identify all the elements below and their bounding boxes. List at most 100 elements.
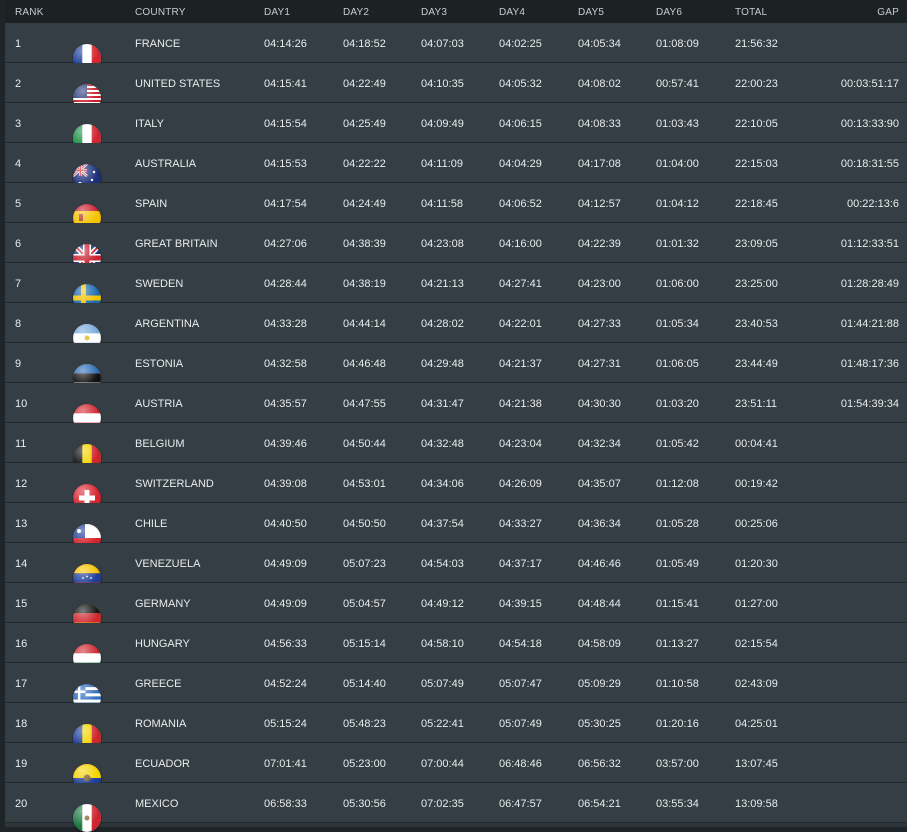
header-total[interactable]: TOTAL	[735, 7, 767, 18]
day1-cell: 04:28:44	[264, 278, 307, 290]
rank-cell: 6	[15, 238, 22, 250]
day5-cell: 04:35:07	[578, 478, 621, 490]
day5-cell: 04:30:30	[578, 398, 621, 410]
header-rank[interactable]: RANK	[15, 7, 44, 18]
day3-cell: 04:11:58	[421, 198, 464, 210]
header-day2[interactable]: DAY2	[343, 7, 369, 18]
day2-cell: 05:23:00	[343, 758, 386, 770]
header-day3[interactable]: DAY3	[421, 7, 447, 18]
day4-cell: 04:27:41	[499, 278, 542, 290]
header-gap[interactable]: GAP	[877, 7, 899, 18]
day2-cell: 04:38:39	[343, 238, 386, 250]
day4-cell: 04:54:18	[499, 638, 542, 650]
table-row[interactable]: 8 ARGENTINA 04:33:28 04:44:14 04:28:02 04:22:…	[5, 303, 907, 352]
day1-cell: 04:49:09	[264, 598, 307, 610]
day1-cell: 07:01:41	[264, 758, 307, 770]
country-cell: BELGIUM	[135, 438, 185, 450]
total-cell: 23:40:53	[735, 318, 778, 330]
day2-cell: 05:48:23	[343, 718, 386, 730]
day2-cell: 04:38:19	[343, 278, 386, 290]
day5-cell: 04:22:39	[578, 238, 621, 250]
table-row[interactable]: 4 AUSTRALIA 04:15:53 04:22:22 04:11:09 04:04:…	[5, 143, 907, 192]
header-day5[interactable]: DAY5	[578, 7, 604, 18]
rank-cell: 17	[15, 678, 28, 690]
day2-cell: 04:50:44	[343, 438, 386, 450]
country-cell: GREAT BRITAIN	[135, 238, 218, 250]
day1-cell: 04:15:53	[264, 158, 307, 170]
day3-cell: 04:10:35	[421, 78, 464, 90]
table-row[interactable]: 14 VENEZUELA 04:49:09 05:07:23 04:54:03 04:37…	[5, 543, 907, 592]
total-cell: 02:15:54	[735, 638, 778, 650]
day4-cell: 04:23:04	[499, 438, 542, 450]
day6-cell: 01:05:34	[656, 318, 699, 330]
day5-cell: 04:36:34	[578, 518, 621, 530]
header-day6[interactable]: DAY6	[656, 7, 682, 18]
gap-cell: 01:44:21:88	[840, 318, 899, 330]
total-cell: 01:20:30	[735, 558, 778, 570]
rank-cell: 2	[15, 78, 22, 90]
table-row[interactable]: 7 SWEDEN 04:28:44 04:38:19 04:21:13 04:27:41 0…	[5, 263, 907, 312]
day6-cell: 03:55:34	[656, 798, 699, 810]
day2-cell: 04:24:49	[343, 198, 386, 210]
table-row[interactable]: 18 ROMANIA 05:15:24 05:48:23 05:22:41 05:07:4…	[5, 703, 907, 752]
day3-cell: 04:23:08	[421, 238, 464, 250]
day6-cell: 01:06:00	[656, 278, 699, 290]
day2-cell: 05:15:14	[343, 638, 386, 650]
table-row[interactable]: 16 HUNGARY 04:56:33 05:15:14 04:58:10 04:54:1…	[5, 623, 907, 672]
day4-cell: 05:07:49	[499, 718, 542, 730]
table-row[interactable]: 20 MEXICO 06:58:33 05:30:56 07:02:35 06:47:57…	[5, 783, 907, 832]
table-row[interactable]: 3 ITALY 04:15:54 04:25:49 04:09:49 04:06:15 04…	[5, 103, 907, 152]
header-day4[interactable]: DAY4	[499, 7, 525, 18]
rank-cell: 11	[15, 438, 27, 450]
day5-cell: 04:05:34	[578, 38, 621, 50]
table-row[interactable]: 12 SWITZERLAND 04:39:08 04:53:01 04:34:06 04:…	[5, 463, 907, 512]
day1-cell: 04:56:33	[264, 638, 307, 650]
table-row[interactable]: 10 AUSTRIA 04:35:57 04:47:55 04:31:47 04:21:3…	[5, 383, 907, 432]
table-row[interactable]: 2 UNITED STATES 04:15:41 04:22:49 04:10:35 04…	[5, 63, 907, 112]
rank-cell: 9	[15, 358, 22, 370]
total-cell: 02:43:09	[735, 678, 778, 690]
country-cell: HUNGARY	[135, 638, 190, 650]
day5-cell: 04:12:57	[578, 198, 621, 210]
day2-cell: 04:50:50	[343, 518, 386, 530]
mexico-flag-icon	[73, 804, 101, 832]
day6-cell: 01:05:49	[656, 558, 699, 570]
header-day1[interactable]: DAY1	[264, 7, 290, 18]
header-country[interactable]: COUNTRY	[135, 7, 186, 18]
day3-cell: 04:54:03	[421, 558, 464, 570]
table-row[interactable]: 5 SPAIN 04:17:54 04:24:49 04:11:58 04:06:52 04…	[5, 183, 907, 232]
day3-cell: 04:29:48	[421, 358, 464, 370]
day6-cell: 01:12:08	[656, 478, 699, 490]
day1-cell: 04:14:26	[264, 38, 307, 50]
table-row[interactable]: 15 GERMANY 04:49:09 05:04:57 04:49:12 04:39:1…	[5, 583, 907, 632]
rank-cell: 10	[15, 398, 28, 410]
table-row[interactable]: 17 GREECE 04:52:24 05:14:40 05:07:49 05:07:47…	[5, 663, 907, 712]
table-row[interactable]: 6 GREAT BRITAIN 04:27:06 04:38:39 04:23:08 04…	[5, 223, 907, 272]
table-header: RANK COUNTRY DAY1 DAY2 DAY3 DAY4 DAY5 DA…	[5, 0, 907, 23]
total-cell: 04:25:01	[735, 718, 778, 730]
day2-cell: 05:14:40	[343, 678, 386, 690]
table-row[interactable]: 9 ESTONIA 04:32:58 04:46:48 04:29:48 04:21:37…	[5, 343, 907, 392]
day2-cell: 04:18:52	[343, 38, 386, 50]
table-row[interactable]: 11 BELGIUM 04:39:46 04:50:44 04:32:48 04:23:0…	[5, 423, 907, 472]
table-row[interactable]: 19 ECUADOR 07:01:41 05:23:00 07:00:44 06:48:4…	[5, 743, 907, 792]
total-cell: 22:00:23	[735, 78, 778, 90]
day1-cell: 04:39:46	[264, 438, 307, 450]
day2-cell: 05:07:23	[343, 558, 386, 570]
table-body: 1 FRANCE 04:14:26 04:18:52 04:07:03 04:02:25 0…	[5, 23, 907, 832]
table-row[interactable]: 13 CHILE 04:40:50 04:50:50 04:37:54 04:33:27 0…	[5, 503, 907, 552]
day2-cell: 04:25:49	[343, 118, 386, 130]
day1-cell: 04:52:24	[264, 678, 307, 690]
day1-cell: 05:15:24	[264, 718, 307, 730]
total-cell: 00:19:42	[735, 478, 778, 490]
day5-cell: 04:08:33	[578, 118, 621, 130]
day1-cell: 04:32:58	[264, 358, 307, 370]
day2-cell: 04:22:49	[343, 78, 386, 90]
rank-cell: 19	[15, 758, 28, 770]
day6-cell: 01:04:12	[656, 198, 699, 210]
country-cell: ROMANIA	[135, 718, 187, 730]
day3-cell: 05:22:41	[421, 718, 464, 730]
day5-cell: 04:23:00	[578, 278, 621, 290]
table-row[interactable]: 1 FRANCE 04:14:26 04:18:52 04:07:03 04:02:25 0…	[5, 23, 907, 72]
day6-cell: 01:10:58	[656, 678, 699, 690]
